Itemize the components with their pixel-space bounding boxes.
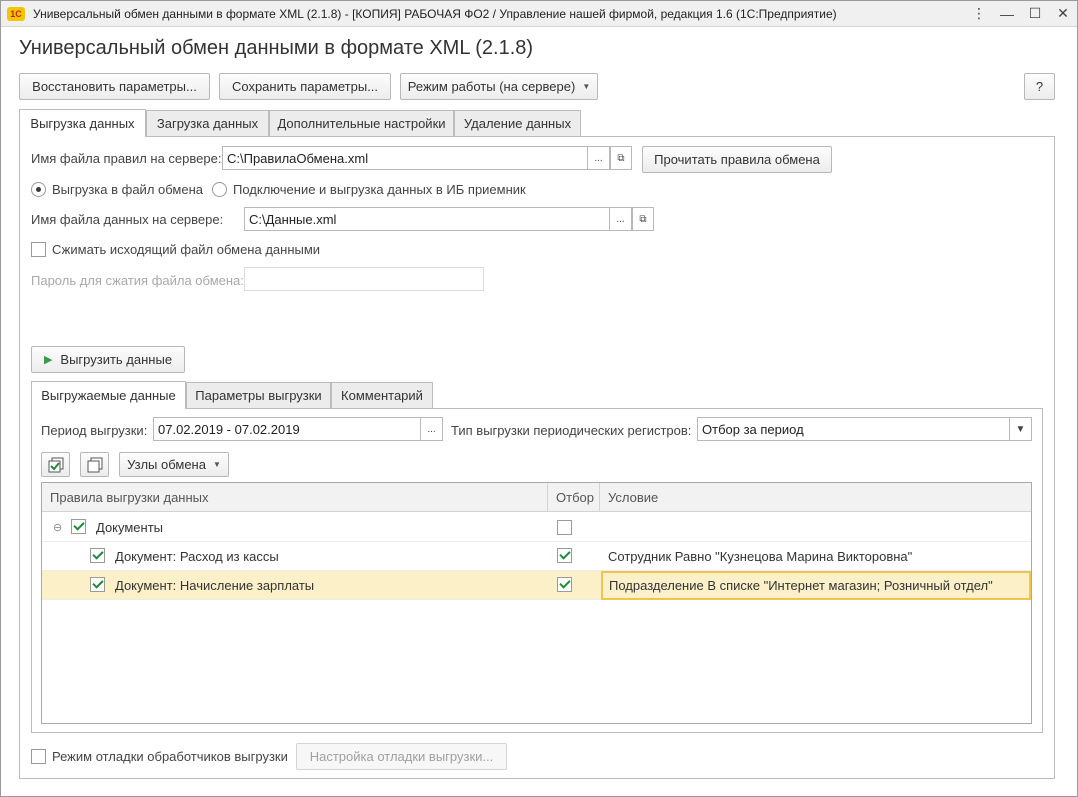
debug-settings-label: Настройка отладки выгрузки... <box>309 749 494 764</box>
save-params-label: Сохранить параметры... <box>231 79 379 94</box>
tab-exported-data[interactable]: Выгружаемые данные <box>31 381 186 409</box>
title-bar: 1С Универсальный обмен данными в формате… <box>1 1 1077 27</box>
uncheck-all-icon <box>87 457 102 472</box>
chevron-down-icon: ▼ <box>212 460 221 469</box>
table-row[interactable]: Документ: Расход из кассы Сотрудник Равн… <box>42 542 1031 571</box>
browse-data-button[interactable]: ... <box>610 207 632 231</box>
main-window: 1С Универсальный обмен данными в формате… <box>0 0 1078 797</box>
row-checkbox[interactable] <box>71 519 86 534</box>
help-button[interactable]: ? <box>1024 73 1055 100</box>
period-input[interactable]: 07.02.2019 - 07.02.2019 <box>153 417 421 441</box>
save-params-button[interactable]: Сохранить параметры... <box>219 73 391 100</box>
collapse-icon[interactable]: ⊖ <box>53 513 62 542</box>
rule-name: Документы <box>96 520 164 535</box>
condition-cell[interactable]: Сотрудник Равно "Кузнецова Марина Виктор… <box>608 542 912 571</box>
export-data-label: Выгрузить данные <box>60 352 173 367</box>
radio-export-to-file-label: Выгрузка в файл обмена <box>52 182 203 197</box>
export-data-button[interactable]: ▶ Выгрузить данные <box>31 346 185 373</box>
password-label: Пароль для сжатия файла обмена: <box>31 273 244 288</box>
exchange-nodes-dropdown[interactable]: Узлы обмена ▼ <box>119 452 229 477</box>
column-header-condition[interactable]: Условие <box>600 483 1031 512</box>
data-file-input[interactable]: C:\Данные.xml <box>244 207 610 231</box>
help-label: ? <box>1035 79 1044 94</box>
restore-params-label: Восстановить параметры... <box>32 79 197 94</box>
play-icon: ▶ <box>43 354 53 366</box>
export-rules-table: Правила выгрузки данных Отбор Условие ⊖ … <box>41 482 1032 724</box>
app-logo-icon: 1С <box>7 6 25 21</box>
table-row-selected[interactable]: Документ: Начисление зарплаты Подразделе… <box>42 571 1031 600</box>
tab-import[interactable]: Загрузка данных <box>146 110 269 136</box>
read-rules-button[interactable]: Прочитать правила обмена <box>642 146 832 173</box>
tab-comment[interactable]: Комментарий <box>331 382 433 408</box>
period-label: Период выгрузки: <box>41 423 148 438</box>
tab-additional-settings[interactable]: Дополнительные настройки <box>269 110 454 136</box>
browse-rules-button[interactable]: ... <box>588 146 610 170</box>
open-rules-icon[interactable]: ⧉ <box>610 146 632 170</box>
condition-cell-active[interactable]: Подразделение В списке "Интернет магазин… <box>601 571 1031 600</box>
radio-connect-export[interactable] <box>212 182 227 197</box>
open-data-icon[interactable]: ⧉ <box>632 207 654 231</box>
mode-label: Режим работы (на сервере) <box>407 79 576 94</box>
data-file-label: Имя файла данных на сервере: <box>31 212 224 227</box>
tab-delete-data[interactable]: Удаление данных <box>454 110 581 136</box>
debug-mode-checkbox[interactable] <box>31 749 46 764</box>
debug-mode-label: Режим отладки обработчиков выгрузки <box>52 749 288 764</box>
window-title: Универсальный обмен данными в формате XM… <box>33 6 837 21</box>
column-header-filter[interactable]: Отбор <box>548 483 600 512</box>
filter-checkbox[interactable] <box>557 577 572 592</box>
rule-name: Документ: Расход из кассы <box>115 549 279 564</box>
filter-checkbox[interactable] <box>557 548 572 563</box>
exchange-nodes-label: Узлы обмена <box>127 457 206 472</box>
tab-export-params[interactable]: Параметры выгрузки <box>186 382 331 408</box>
table-header: Правила выгрузки данных Отбор Условие <box>42 483 1031 512</box>
page-title: Универсальный обмен данными в формате XM… <box>19 37 534 59</box>
more-menu-icon[interactable]: ⋮ <box>965 2 993 26</box>
register-type-label: Тип выгрузки периодических регистров: <box>451 423 692 438</box>
compress-checkbox[interactable] <box>31 242 46 257</box>
chevron-down-icon: ▼ <box>582 82 591 91</box>
column-header-rules[interactable]: Правила выгрузки данных <box>42 483 548 512</box>
rule-name: Документ: Начисление зарплаты <box>115 578 315 593</box>
mode-dropdown[interactable]: Режим работы (на сервере) ▼ <box>400 73 598 100</box>
row-checkbox[interactable] <box>90 577 105 592</box>
uncheck-all-button[interactable] <box>80 452 109 477</box>
check-all-icon <box>48 457 63 472</box>
close-button[interactable]: ✕ <box>1049 2 1077 26</box>
filter-checkbox[interactable] <box>557 520 572 535</box>
restore-params-button[interactable]: Восстановить параметры... <box>19 73 210 100</box>
row-checkbox[interactable] <box>90 548 105 563</box>
minimize-button[interactable]: — <box>993 2 1021 26</box>
password-input[interactable] <box>244 267 484 291</box>
table-row[interactable]: ⊖ Документы <box>42 513 1031 542</box>
tab-export[interactable]: Выгрузка данных <box>19 109 146 137</box>
debug-settings-button[interactable]: Настройка отладки выгрузки... <box>296 743 507 770</box>
register-type-dropdown-icon[interactable]: ▼ <box>1010 417 1032 441</box>
maximize-button[interactable]: ☐ <box>1021 2 1049 26</box>
register-type-select[interactable]: Отбор за период <box>697 417 1010 441</box>
radio-export-to-file[interactable] <box>31 182 46 197</box>
rules-file-label: Имя файла правил на сервере: <box>31 151 222 166</box>
check-all-button[interactable] <box>41 452 70 477</box>
period-select-button[interactable]: ... <box>421 417 443 441</box>
read-rules-label: Прочитать правила обмена <box>654 152 820 167</box>
compress-label: Сжимать исходящий файл обмена данными <box>52 242 321 257</box>
radio-connect-export-label: Подключение и выгрузка данных в ИБ прием… <box>233 182 526 197</box>
rules-file-input[interactable]: C:\ПравилаОбмена.xml <box>222 146 588 170</box>
